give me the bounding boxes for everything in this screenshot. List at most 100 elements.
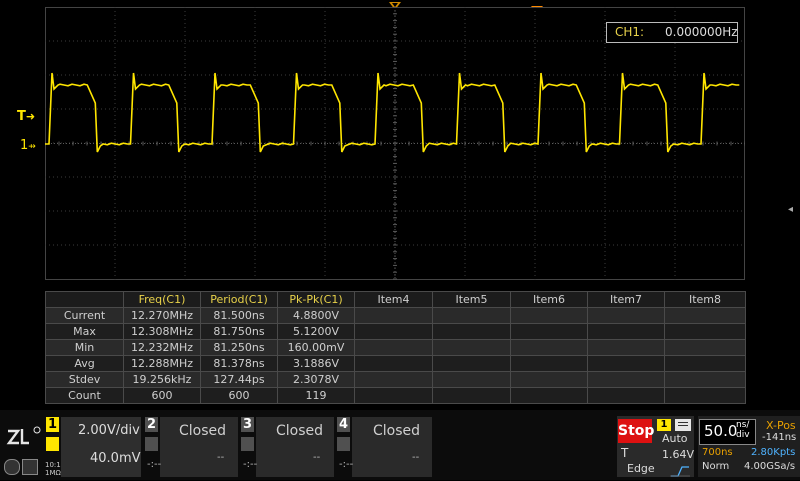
meas-value-cell [664, 387, 746, 404]
memory-depth: 2.80Kpts [751, 447, 796, 458]
trigger-source-badge[interactable]: 1 [657, 419, 671, 431]
meas-value-cell [354, 339, 433, 356]
meas-value-cell [664, 371, 746, 388]
ch4-number-badge[interactable]: 4 [337, 417, 350, 432]
ch1-impedance-label: 1MΩ [45, 469, 61, 477]
meas-header-cell[interactable]: Period(C1) [200, 291, 278, 308]
timebase-scale-unit-bottom: div [736, 430, 750, 440]
meas-value-cell [510, 339, 588, 356]
meas-value-cell [432, 323, 511, 340]
ch1-coupling-icon [46, 437, 59, 451]
meas-value-cell: 119 [277, 387, 355, 404]
meas-row: Avg 12.288MHz 81.378ns 3.1886V [45, 355, 746, 372]
meas-value-cell [510, 307, 588, 324]
timebase-scale-unit-top: ns/ [736, 420, 750, 430]
trigger-slope[interactable]: Edge [627, 462, 655, 475]
meas-value-cell [510, 355, 588, 372]
ch2-left-value: -:-- [147, 459, 162, 470]
meas-value-cell [354, 323, 433, 340]
meas-value-cell [587, 307, 665, 324]
meas-value-cell: 12.270MHz [123, 307, 201, 324]
xpos-value[interactable]: -141ns [762, 432, 796, 443]
ch2-number-badge[interactable]: 2 [145, 417, 158, 432]
trigger-level[interactable]: 1.64V [662, 448, 694, 461]
ch3-left-value: -:-- [243, 459, 258, 470]
meas-value-cell [510, 387, 588, 404]
meas-value-cell [354, 307, 433, 324]
meas-value-cell: 127.44ps [200, 371, 278, 388]
sample-rate: 4.00GSa/s [744, 461, 796, 472]
ch3-state: Closed [276, 423, 324, 439]
meas-header-cell[interactable]: Item6 [510, 291, 588, 308]
meas-value-cell: 600 [200, 387, 278, 404]
ch1-volts-per-div[interactable]: 2.00V/div [78, 423, 140, 438]
meas-header-cell[interactable]: Item7 [587, 291, 665, 308]
meas-header-cell[interactable]: Item4 [354, 291, 433, 308]
waveform-svg [45, 7, 745, 280]
meas-value-cell [587, 339, 665, 356]
meas-value-cell: 4.8800V [277, 307, 355, 324]
meas-value-cell: 81.378ns [200, 355, 278, 372]
meas-value-cell: 12.288MHz [123, 355, 201, 372]
menu-expand-arrow-icon[interactable]: ◂ [788, 204, 793, 215]
meas-header-cell[interactable]: Item5 [432, 291, 511, 308]
ch4-left-value: -:-- [339, 459, 354, 470]
trigger-mode[interactable]: Auto [662, 432, 688, 445]
meas-value-cell: 81.500ns [200, 307, 278, 324]
meas-row: Min 12.232MHz 81.250ns 160.00mV [45, 339, 746, 356]
meas-value-cell [664, 323, 746, 340]
meas-value-cell [587, 387, 665, 404]
ch3-right-value: -- [313, 452, 321, 463]
meas-header-cell[interactable]: Freq(C1) [123, 291, 201, 308]
ch3-coupling-icon [241, 437, 254, 451]
meas-value-cell: 160.00mV [277, 339, 355, 356]
meas-row: Count 600 600 119 [45, 387, 746, 404]
network-icon [22, 459, 38, 475]
meas-value-cell: 81.750ns [200, 323, 278, 340]
meas-value-cell: 12.308MHz [123, 323, 201, 340]
meas-value-cell: 81.250ns [200, 339, 278, 356]
meas-row: Stdev 19.256kHz 127.44ps 2.3078V [45, 371, 746, 388]
meas-value-cell [587, 371, 665, 388]
trigger-menu-icon[interactable] [675, 419, 691, 431]
meas-value-cell [510, 371, 588, 388]
meas-header-cell[interactable]: Item8 [664, 291, 746, 308]
meas-header-cell [45, 291, 124, 308]
ch3-number-badge[interactable]: 3 [241, 417, 254, 432]
ch4-coupling-icon [337, 437, 350, 451]
meas-value-cell: 600 [123, 387, 201, 404]
meas-row-label: Avg [45, 355, 124, 372]
measurement-table: Freq(C1) Period(C1) Pk-Pk(C1) Item4 Item5 Ite… [45, 291, 746, 404]
ch1-offset[interactable]: 40.0mV [90, 451, 141, 466]
meas-value-cell [664, 339, 746, 356]
meas-row-label: Current [45, 307, 124, 324]
meas-value-cell [354, 371, 433, 388]
meas-row-label: Count [45, 387, 124, 404]
xpos-label: X-Pos [766, 419, 796, 432]
meas-value-cell [664, 355, 746, 372]
freq-counter-label: CH1: [615, 25, 645, 39]
rising-edge-icon [670, 462, 690, 477]
meas-row: Current 12.270MHz 81.500ns 4.8800V [45, 307, 746, 324]
ch1-number-badge[interactable]: 1 [46, 417, 59, 432]
trigger-type-label: T [621, 446, 629, 460]
ch2-state: Closed [179, 423, 227, 439]
ch1-ground-marker[interactable]: 1⇸ [20, 138, 36, 153]
ch1-bw-label: 10:1 [45, 461, 61, 469]
meas-row-label: Stdev [45, 371, 124, 388]
time-window: 700ns [702, 447, 733, 458]
meas-value-cell [354, 355, 433, 372]
ch4-right-value: -- [412, 452, 420, 463]
run-stop-button[interactable]: Stop [618, 419, 654, 443]
waveform-display[interactable] [45, 7, 745, 280]
ch2-coupling-icon [145, 437, 158, 451]
meas-value-cell: 19.256kHz [123, 371, 201, 388]
trigger-level-marker[interactable]: T➜ [17, 109, 35, 124]
meas-header-cell[interactable]: Pk-Pk(C1) [277, 291, 355, 308]
meas-value-cell [664, 307, 746, 324]
meas-row: Max 12.308MHz 81.750ns 5.1200V [45, 323, 746, 340]
meas-value-cell [432, 307, 511, 324]
meas-value-cell: 2.3078V [277, 371, 355, 388]
timebase-scale-value: 50.0 [704, 422, 738, 440]
acquisition-mode: Norm [702, 461, 730, 472]
